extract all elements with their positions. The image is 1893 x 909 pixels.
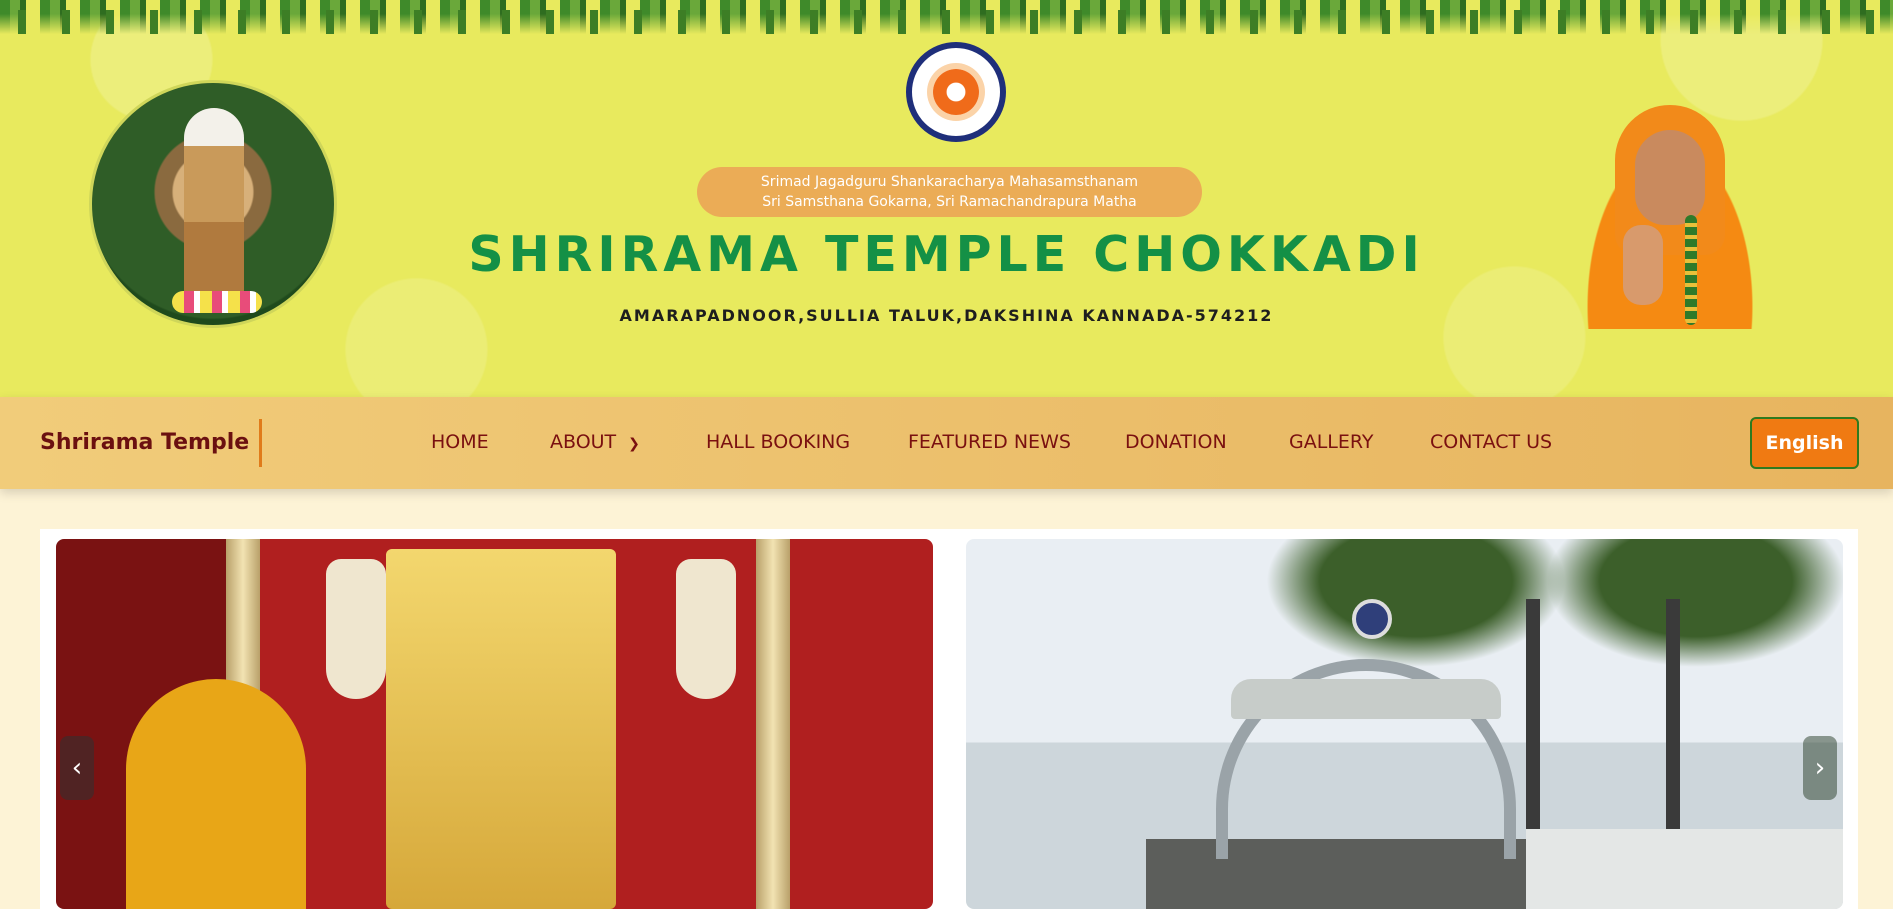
guru-blessing-hand — [1623, 225, 1663, 305]
chamara — [676, 559, 736, 699]
swami-figure — [126, 679, 306, 909]
nav-about-label: ABOUT — [550, 431, 617, 453]
chamara — [326, 559, 386, 699]
main-navbar: Shrirama Temple HOME ABOUT ❯ HALL BOOKING… — [0, 397, 1893, 489]
carousel-prev-button[interactable]: ‹ — [60, 736, 94, 800]
sun-icon — [933, 69, 979, 115]
arch-emblem — [1352, 599, 1392, 639]
brand-link[interactable]: Shrirama Temple — [40, 419, 263, 467]
guru-mala — [1685, 215, 1697, 325]
nav-donation[interactable]: DONATION — [1125, 431, 1227, 453]
nav-hall-booking-label: HALL BOOKING — [706, 431, 851, 453]
matha-name-pill: Srimad Jagadguru Shankaracharya Mahasams… — [697, 167, 1202, 217]
matha-line-1: Srimad Jagadguru Shankaracharya Mahasams… — [760, 174, 1139, 190]
carousel-slide-arch — [966, 539, 1843, 909]
temple-banner: Srimad Jagadguru Shankaracharya Mahasams… — [0, 0, 1893, 397]
golden-shrine — [386, 549, 616, 909]
carousel-next-button[interactable]: › — [1803, 736, 1837, 800]
nav-featured-news[interactable]: FEATURED NEWS — [908, 431, 1071, 453]
nav-contact-us-label: CONTACT US — [1430, 431, 1553, 453]
nav-gallery[interactable]: GALLERY — [1289, 431, 1374, 453]
matha-line-2: Sri Samsthana Gokarna, Sri Ramachandrapu… — [762, 194, 1137, 210]
nav-hall-booking[interactable]: HALL BOOKING — [706, 431, 850, 453]
arch-signboard — [1231, 679, 1501, 719]
nav-contact-us[interactable]: CONTACT US — [1430, 431, 1552, 453]
guru-image — [1545, 105, 1790, 329]
nav-about[interactable]: ABOUT ❯ — [550, 431, 640, 453]
garland-drops — [0, 10, 1893, 34]
nav-home[interactable]: HOME — [431, 431, 489, 453]
nav-donation-label: DONATION — [1125, 431, 1227, 453]
image-carousel — [40, 529, 1858, 909]
palm-leaves — [1526, 539, 1843, 679]
nav-featured-news-label: FEATURED NEWS — [908, 431, 1071, 453]
deity-image — [89, 80, 337, 328]
matha-emblem-logo — [906, 42, 1006, 142]
carousel-slide-shrine — [56, 539, 933, 909]
chevron-down-icon: ❯ — [628, 436, 640, 452]
compound-wall — [1526, 829, 1843, 909]
nav-home-label: HOME — [431, 431, 489, 453]
guru-face — [1635, 130, 1705, 225]
language-button[interactable]: English — [1750, 417, 1859, 469]
nav-gallery-label: GALLERY — [1289, 431, 1374, 453]
pillar — [756, 539, 790, 909]
